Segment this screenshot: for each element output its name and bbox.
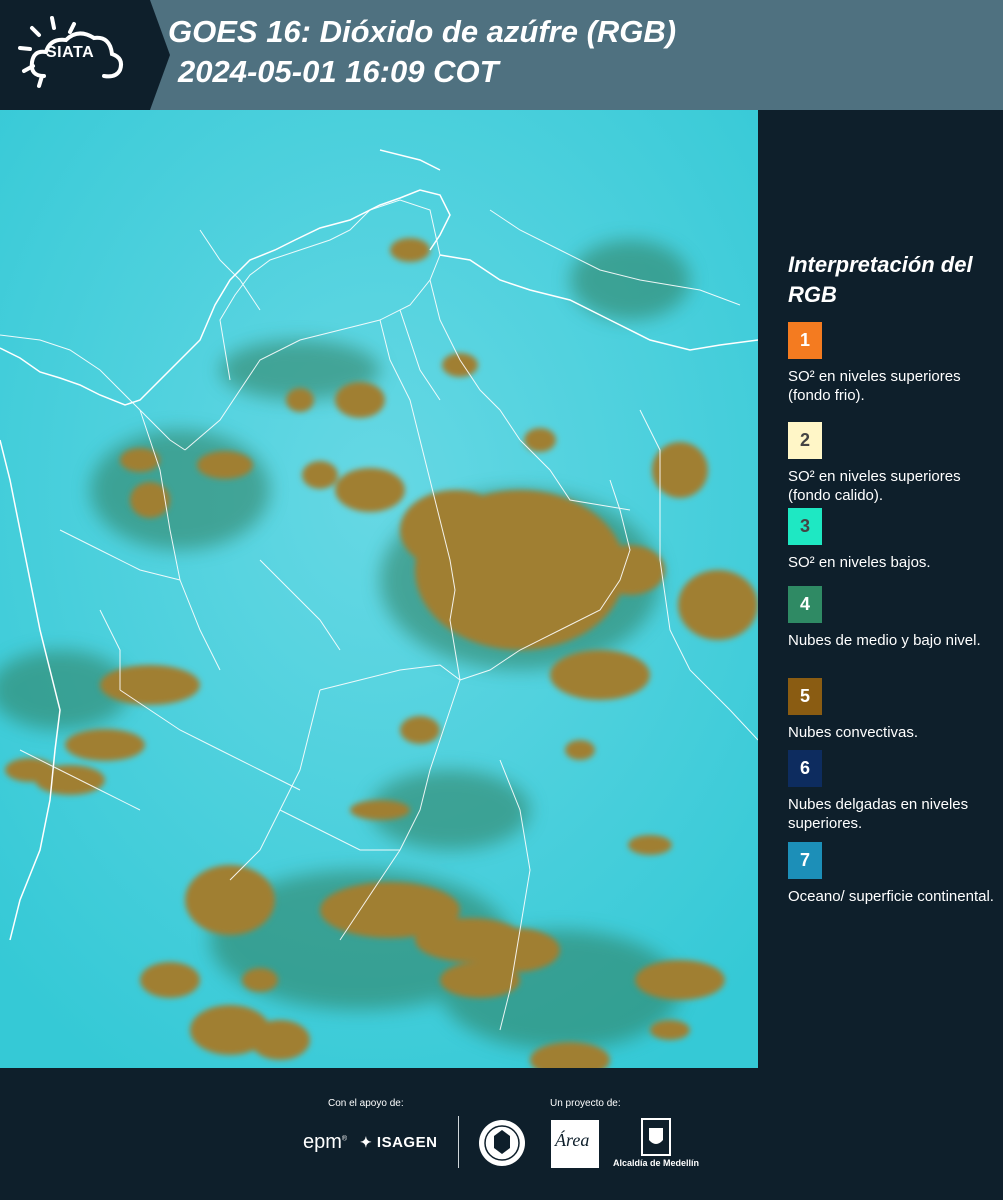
satellite-map[interactable] [0, 110, 758, 1068]
footer: Con el apoyo de: Un proyecto de: epm® ✦ … [0, 1068, 1003, 1200]
logo-arrow [150, 0, 170, 110]
legend-swatch: 1 [788, 322, 822, 359]
legend-swatch: 4 [788, 586, 822, 623]
legend-swatch: 6 [788, 750, 822, 787]
legend-item: 1 SO² en niveles superiores (fondo frio). [788, 322, 998, 405]
legend-label: SO² en niveles bajos. [788, 554, 931, 571]
page-title: GOES 16: Dióxido de azúfre (RGB) [168, 14, 677, 49]
area-logo-text: Área [555, 1130, 590, 1150]
medellin-seal-icon [479, 1120, 525, 1166]
isagen-logo-text: ISAGEN [376, 1134, 438, 1151]
legend-title: Interpretación del RGB [788, 252, 973, 307]
legend-item: 2 SO² en niveles superiores (fondo calido… [788, 422, 998, 505]
legend-item: 3 SO² en niveles bajos. [788, 508, 998, 572]
alcaldia-emblem-icon [641, 1118, 671, 1156]
alcaldia-label: Alcaldía de Medellín [613, 1158, 700, 1168]
header-bar: SIATA GOES 16: Dióxido de azúfre (RGB) 2… [0, 0, 1003, 110]
siata-logo-text: SIATA [46, 44, 95, 61]
legend-label: Nubes delgadas en niveles superiores. [788, 796, 969, 832]
legend-label: SO² en niveles superiores (fondo frio). [788, 368, 961, 404]
legend-label: SO² en niveles superiores (fondo calido)… [788, 468, 961, 504]
legend-label: Nubes de medio y bajo nivel. [788, 632, 981, 649]
legend-swatch: 5 [788, 678, 822, 715]
epm-logo: epm® [303, 1131, 348, 1153]
project-label: Un proyecto de: [550, 1098, 621, 1109]
legend-panel: Interpretación del RGB 1 SO² en niveles s… [758, 110, 1003, 1068]
legend-swatch: 2 [788, 422, 822, 459]
logo-block: SIATA [0, 0, 150, 110]
satellite-image [0, 110, 758, 1068]
support-label: Con el apoyo de: [328, 1098, 404, 1109]
legend-item: 6 Nubes delgadas en niveles superiores. [788, 750, 998, 833]
legend-label: Oceano/ superficie continental. [788, 888, 994, 905]
legend-item: 4 Nubes de medio y bajo nivel. [788, 586, 998, 650]
footer-divider [458, 1116, 459, 1168]
legend-item: 5 Nubes convectivas. [788, 678, 998, 742]
epm-logo-text: epm [303, 1131, 342, 1153]
isagen-icon: ✦ [360, 1134, 373, 1150]
isagen-logo: ✦ ISAGEN [360, 1134, 437, 1151]
legend-swatch: 3 [788, 508, 822, 545]
timestamp: 2024-05-01 16:09 COT [178, 54, 499, 89]
legend-swatch: 7 [788, 842, 822, 879]
legend-item: 7 Oceano/ superficie continental. [788, 842, 998, 906]
area-metropolitana-logo: Área [551, 1120, 599, 1168]
legend-label: Nubes convectivas. [788, 724, 919, 741]
